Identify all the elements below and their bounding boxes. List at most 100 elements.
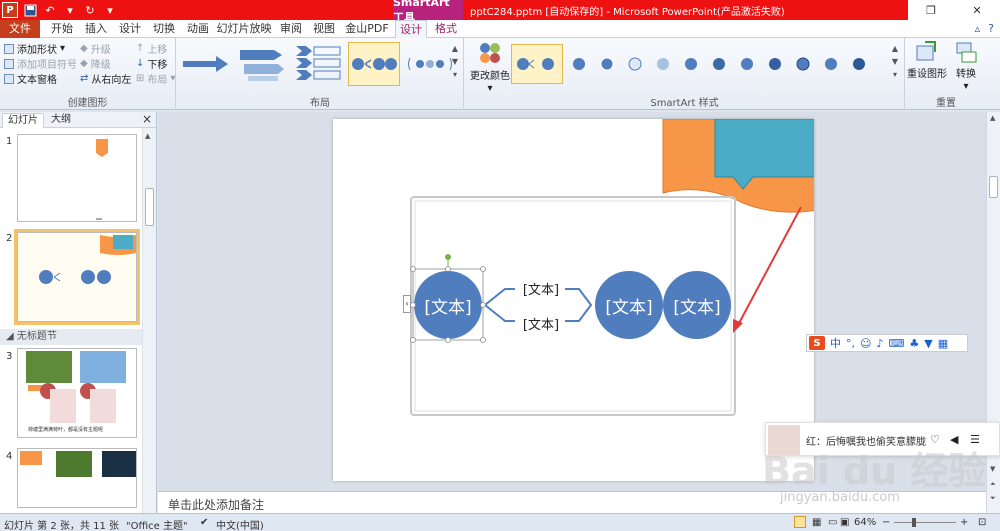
current-slide[interactable]: [文本] [文本] [文本] [文本] [文本] ‹ xyxy=(333,119,814,481)
minimize-ribbon-icon[interactable]: ▵ xyxy=(975,22,981,35)
help-icon[interactable]: ? xyxy=(988,22,994,35)
zoom-level[interactable]: 64% xyxy=(854,517,876,528)
save-icon[interactable] xyxy=(22,2,38,18)
section-header[interactable]: ◢ 无标题节 xyxy=(0,329,142,345)
redo-icon[interactable]: ↻ xyxy=(82,2,98,18)
style-option-1-selected[interactable] xyxy=(511,44,563,84)
next-slide-icon[interactable]: ⏷ xyxy=(990,494,996,503)
add-shape-button[interactable]: 添加形状 ▾ xyxy=(4,41,65,56)
emoji-icon[interactable]: ☺ xyxy=(860,337,871,350)
move-up-button[interactable]: ↑ 上移 xyxy=(136,41,167,56)
node-3-text[interactable]: [文本] xyxy=(665,293,729,318)
layout-gallery-scroll[interactable]: ▲ ▼ ▾ xyxy=(449,44,461,79)
slideshow-icon[interactable]: ▣ xyxy=(840,517,849,528)
more-icon[interactable]: ▾ xyxy=(453,70,457,79)
slide-thumbnail-1[interactable] xyxy=(17,134,137,222)
close-window-icon[interactable]: ✕ xyxy=(954,0,1000,20)
tab-wps-pdf[interactable]: 金山PDF xyxy=(343,20,391,38)
tab-smartart-format[interactable]: 格式 xyxy=(430,20,462,38)
menu-icon[interactable]: ▦ xyxy=(938,337,948,350)
spellcheck-icon[interactable]: ✔ xyxy=(200,517,208,528)
tab-home[interactable]: 开始 xyxy=(46,20,78,38)
powerpoint-logo-icon[interactable]: P xyxy=(2,2,18,18)
more-icon[interactable]: ▾ xyxy=(893,70,897,79)
node-2-text[interactable]: [文本] xyxy=(597,293,661,318)
tab-view[interactable]: 视图 xyxy=(309,20,339,38)
layout-option-3[interactable] xyxy=(292,42,344,86)
reset-graphic-button[interactable]: 重设图形 xyxy=(907,40,947,80)
scroll-up-icon[interactable]: ▲ xyxy=(145,132,150,140)
scroll-down-icon[interactable]: ▼ xyxy=(990,465,995,473)
scroll-up-icon[interactable]: ▲ xyxy=(892,44,898,53)
zoom-slider[interactable] xyxy=(894,522,956,523)
tab-insert[interactable]: 插入 xyxy=(80,20,112,38)
user-icon[interactable]: ♣ xyxy=(909,337,919,350)
skin-icon[interactable]: ▼ xyxy=(924,337,932,350)
tab-file[interactable]: 文件 xyxy=(0,20,40,38)
right-to-left-button[interactable]: ⇄ 从右向左 xyxy=(80,71,131,86)
style-option-3[interactable] xyxy=(593,44,621,84)
tab-slides[interactable]: 幻灯片 xyxy=(2,113,44,128)
change-colors-button[interactable]: 更改颜色 ▾ xyxy=(469,40,511,94)
zoom-slider-thumb[interactable] xyxy=(912,518,916,527)
previous-slide-icon[interactable]: ⏶ xyxy=(990,480,996,489)
undo-icon[interactable]: ↶ xyxy=(42,2,58,18)
tab-transitions[interactable]: 切换 xyxy=(148,20,180,38)
notes-placeholder[interactable]: 单击此处添加备注 xyxy=(168,496,264,513)
style-option-4[interactable] xyxy=(621,44,649,84)
style-option-6[interactable] xyxy=(677,44,705,84)
node-upper-text[interactable]: [文本] xyxy=(511,279,571,298)
style-option-12[interactable] xyxy=(845,44,873,84)
promote-button[interactable]: ◆ 升级 xyxy=(80,41,111,56)
tab-design[interactable]: 设计 xyxy=(114,20,146,38)
voice-icon[interactable]: ♪ xyxy=(876,337,883,350)
layout-option-1[interactable] xyxy=(180,42,232,86)
ime-toolbar[interactable]: S 中 °, ☺ ♪ ⌨ ♣ ▼ ▦ xyxy=(806,334,968,352)
text-pane-button[interactable]: 文本窗格 xyxy=(4,71,57,86)
slide-thumbnail-3[interactable]: 荷塘里满满荷叶，都是没有主题呢 xyxy=(17,348,137,438)
scroll-up-icon[interactable]: ▲ xyxy=(990,114,995,122)
convert-button[interactable]: 转换 ▾ xyxy=(950,40,982,92)
slide-thumbnail-2[interactable] xyxy=(14,229,140,325)
style-option-7[interactable] xyxy=(705,44,733,84)
tab-review[interactable]: 审阅 xyxy=(276,20,306,38)
slide-sorter-icon[interactable]: ▦ xyxy=(812,517,821,528)
text-pane-toggle-icon[interactable]: ‹ xyxy=(403,295,411,313)
normal-view-icon[interactable] xyxy=(794,516,806,528)
fit-to-window-icon[interactable]: ⊡ xyxy=(978,517,986,528)
punctuation-icon[interactable]: °, xyxy=(846,337,855,350)
styles-gallery-scroll[interactable]: ▲ ▼ ▾ xyxy=(889,44,901,79)
demote-button[interactable]: ◆ 降级 xyxy=(80,56,111,71)
style-option-9[interactable] xyxy=(761,44,789,84)
style-option-11[interactable] xyxy=(817,44,845,84)
tab-smartart-design[interactable]: 设计 xyxy=(395,20,427,38)
language-status[interactable]: 中文(中国) xyxy=(216,517,264,531)
node-1-text[interactable]: [文本] xyxy=(416,293,480,318)
customize-qat-icon[interactable]: ▾ xyxy=(102,2,118,18)
slides-pane-scrollbar[interactable]: ▲ xyxy=(142,128,156,513)
restore-window-icon[interactable]: ❐ xyxy=(908,0,954,20)
style-option-5[interactable] xyxy=(649,44,677,84)
scroll-up-icon[interactable]: ▲ xyxy=(452,44,458,53)
rotation-handle[interactable] xyxy=(445,254,451,260)
slide-thumbnail-4[interactable] xyxy=(17,448,137,508)
layout-dropdown-button[interactable]: ⊞ 布局 ▾ xyxy=(136,71,175,86)
scroll-down-icon[interactable]: ▼ xyxy=(452,57,458,66)
tab-slideshow[interactable]: 幻灯片放映 xyxy=(216,20,272,38)
layout-option-2[interactable] xyxy=(236,42,288,86)
style-option-8[interactable] xyxy=(733,44,761,84)
reading-view-icon[interactable]: ▭ xyxy=(828,517,837,528)
sogou-logo-icon[interactable]: S xyxy=(809,336,825,350)
ime-mode-label[interactable]: 中 xyxy=(830,335,841,351)
zoom-in-icon[interactable]: + xyxy=(960,517,968,528)
add-bullet-button[interactable]: 添加项目符号 xyxy=(4,56,77,71)
tab-outline[interactable]: 大纲 xyxy=(46,113,76,128)
node-lower-text[interactable]: [文本] xyxy=(511,314,571,333)
theme-status[interactable]: "Office 主题" xyxy=(126,517,188,531)
zoom-out-icon[interactable]: − xyxy=(882,517,890,528)
tab-animations[interactable]: 动画 xyxy=(182,20,214,38)
undo-dropdown-icon[interactable]: ▾ xyxy=(62,2,78,18)
style-option-2[interactable] xyxy=(565,44,593,84)
scroll-thumb[interactable] xyxy=(145,188,154,226)
collapse-section-icon[interactable]: ◢ xyxy=(6,331,14,342)
